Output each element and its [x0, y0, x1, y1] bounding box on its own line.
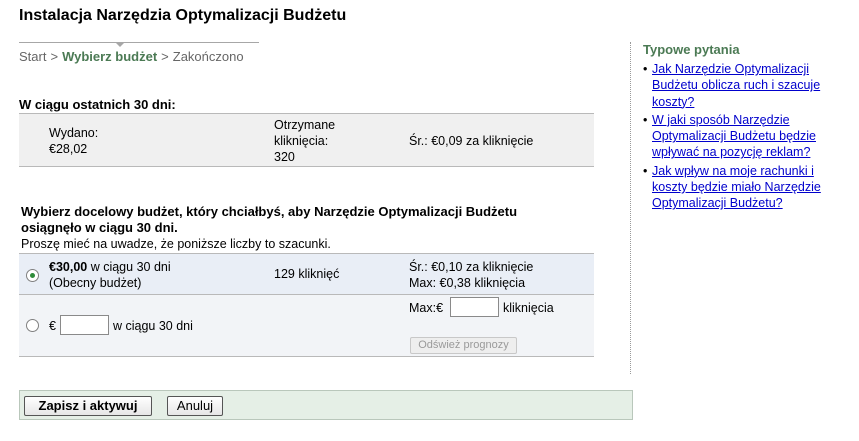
stats-spent-value: €28,02	[49, 142, 88, 156]
stats-spent-label: Wydano:	[49, 126, 99, 140]
page-title: Instalacja Narzędzia Optymalizacji Budże…	[19, 7, 347, 24]
current-budget-cpc: Śr.: €0,10 za kliknięcie Max: €0,38 klik…	[409, 259, 533, 291]
current-budget-label: €30,00 w ciągu 30 dni (Obecny budżet)	[49, 259, 171, 291]
current-budget-tag: (Obecny budżet)	[49, 276, 142, 290]
current-budget-period: w ciągu 30 dni	[87, 260, 171, 274]
faq-item: Jak wpływ na moje rachunki i koszty będz…	[643, 163, 833, 212]
stats-clicks-value: 320	[274, 150, 295, 164]
custom-budget-currency: €	[49, 319, 56, 333]
estimate-note: Proszę mieć na uwadze, że poniższe liczb…	[21, 237, 331, 251]
sidebar-divider	[630, 42, 631, 374]
refresh-estimates-button[interactable]: Odśwież prognozy	[410, 337, 517, 354]
current-budget-radio[interactable]	[26, 269, 39, 282]
budget-question: Wybierz docelowy budżet, który chciałbyś…	[21, 204, 518, 219]
stats-panel: Wydano: €28,02 Otrzymane kliknięcia: 320…	[19, 113, 594, 167]
max-cpc-unit: kliknięcia	[503, 301, 554, 315]
budget-options: €30,00 w ciągu 30 dni (Obecny budżet) 12…	[19, 253, 594, 357]
breadcrumb-step-start: Start	[19, 49, 47, 64]
save-and-activate-button[interactable]: Zapisz i aktywuj	[24, 396, 152, 416]
current-budget-avg-cpc: Śr.: €0,10 za kliknięcie	[409, 260, 534, 274]
current-step-indicator	[115, 42, 125, 47]
breadcrumb-step-finished: Zakończono	[172, 49, 244, 64]
budget-intro: Wybierz docelowy budżet, który chciałbyś…	[21, 204, 561, 252]
stats-avg-cpc: Śr.: €0,09 za kliknięcie	[409, 134, 534, 148]
breadcrumb-separator: >	[50, 49, 59, 64]
faq-sidebar: Typowe pytania Jak Narzędzie Optymalizac…	[643, 42, 833, 214]
faq-title: Typowe pytania	[643, 42, 740, 57]
stats-clicks: Otrzymane kliknięcia: 320	[274, 117, 335, 165]
cancel-button[interactable]: Anuluj	[167, 396, 223, 416]
custom-budget-period: w ciągu 30 dni	[113, 319, 193, 333]
budget-option-custom[interactable]: € w ciągu 30 dni Max:€ kliknięcia Odświe…	[19, 295, 594, 357]
faq-link-cost-estimation[interactable]: Jak Narzędzie Optymalizacji Budżetu obli…	[652, 62, 820, 109]
faq-list: Jak Narzędzie Optymalizacji Budżetu obli…	[643, 61, 833, 212]
stats-heading: W ciągu ostatnich 30 dni:	[19, 97, 176, 112]
breadcrumb: Start > Wybierz budżet > Zakończono	[19, 42, 259, 64]
max-cpc-input[interactable]	[450, 297, 499, 317]
current-budget-max-cpc: Max: €0,38 kliknięcia	[409, 276, 526, 290]
action-bar: Zapisz i aktywuj Anuluj	[19, 390, 633, 420]
faq-link-billing-impact[interactable]: Jak wpływ na moje rachunki i koszty będz…	[652, 164, 821, 211]
breadcrumb-step-choose-budget: Wybierz budżet	[62, 49, 158, 64]
budget-question-cont: osiągnęło w ciągu 30 dni.	[21, 220, 178, 235]
faq-item: W jaki sposób Narzędzie Optymalizacji Bu…	[643, 112, 833, 161]
breadcrumb-separator: >	[161, 49, 169, 64]
faq-item: Jak Narzędzie Optymalizacji Budżetu obli…	[643, 61, 833, 110]
budget-option-current[interactable]: €30,00 w ciągu 30 dni (Obecny budżet) 12…	[19, 253, 594, 295]
stats-clicks-label-2: kliknięcia:	[274, 134, 329, 148]
current-budget-amount: €30,00	[49, 260, 88, 274]
stats-spent: Wydano: €28,02	[49, 125, 98, 157]
stats-clicks-label: Otrzymane	[274, 118, 336, 132]
custom-budget-radio[interactable]	[26, 319, 39, 332]
faq-link-ad-position[interactable]: W jaki sposób Narzędzie Optymalizacji Bu…	[652, 113, 816, 160]
current-budget-clicks: 129 kliknięć	[274, 267, 340, 281]
max-cpc-label: Max:€	[409, 301, 444, 315]
custom-budget-input[interactable]	[60, 315, 109, 335]
